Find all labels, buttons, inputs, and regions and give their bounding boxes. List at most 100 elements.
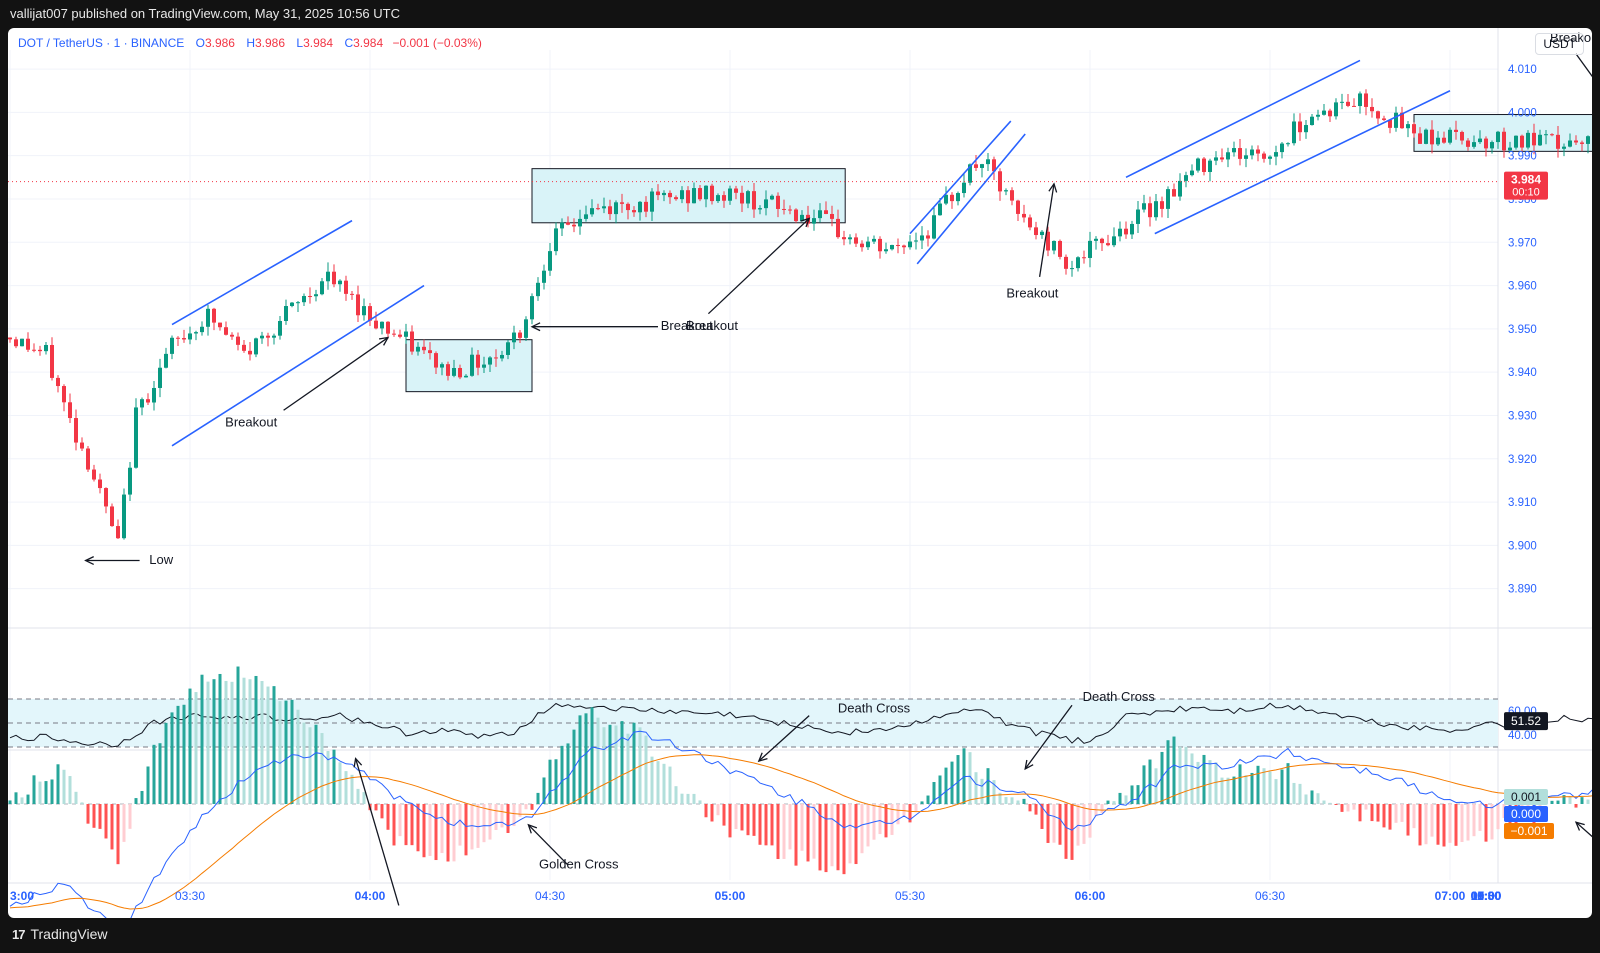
macd-histogram-bar [272, 686, 276, 804]
candle-body [734, 188, 738, 193]
macd-histogram-bar [686, 793, 690, 804]
macd-histogram-bar [1010, 797, 1014, 804]
candle-body [752, 191, 756, 210]
macd-histogram-bar [1124, 795, 1128, 804]
candle-body [1322, 110, 1326, 115]
candle-body [1208, 160, 1212, 172]
symbol-legend[interactable]: DOT / TetherUS · 1 · BINANCE O3.986 H3.9… [18, 36, 482, 50]
candle-body [1226, 152, 1230, 160]
candle-body [26, 338, 30, 350]
tradingview-brand[interactable]: 17 TradingView [12, 926, 108, 942]
candle-body [896, 244, 900, 246]
macd-histogram-bar [320, 733, 324, 804]
candle-body [398, 334, 402, 337]
macd-signal-text: −0.001 [1510, 824, 1547, 838]
symbol-title[interactable]: DOT / TetherUS · 1 · BINANCE [18, 36, 184, 50]
macd-histogram-bar [1586, 799, 1590, 804]
candle-body [1106, 243, 1110, 246]
candle-body [476, 354, 480, 368]
macd-histogram-bar [374, 804, 378, 811]
macd-histogram-bar [698, 800, 702, 804]
price-tick-label: 4.000 [1508, 107, 1537, 119]
chart-canvas[interactable]: LowBreakoutBreakoutBreakoutBreakoutBreak… [8, 28, 1592, 918]
macd-histogram-bar [1046, 804, 1050, 843]
macd-histogram-bar [470, 804, 474, 850]
macd-histogram-bar [518, 804, 522, 817]
macd-histogram-bar [956, 755, 960, 804]
candle-body [1040, 231, 1044, 236]
candle-body [200, 326, 204, 333]
macd-histogram-bar [920, 801, 924, 804]
candle-body [596, 208, 600, 210]
macd-histogram-bar [1346, 804, 1350, 812]
macd-histogram-bar [344, 771, 348, 804]
candle-body [1202, 158, 1206, 172]
macd-histogram-bar [1568, 796, 1572, 804]
macd-histogram-bar [1304, 794, 1308, 804]
candle-body [470, 354, 474, 376]
candle-body [20, 338, 24, 347]
candle-body [1190, 170, 1194, 176]
candle-body [698, 188, 702, 200]
price-tick-label: 3.960 [1508, 281, 1537, 293]
candle-body [1436, 137, 1440, 145]
macd-histogram-bar [1388, 804, 1392, 830]
candle-body [1076, 257, 1080, 269]
macd-histogram-bar [890, 804, 894, 835]
candle-body [134, 407, 138, 468]
candle-body [92, 469, 96, 480]
candle-body [320, 281, 324, 295]
candle-body [1310, 116, 1314, 126]
candle-body [1304, 125, 1308, 133]
candle-body [272, 335, 276, 338]
macd-histogram-bar [878, 804, 882, 835]
macd-histogram-bar [1178, 746, 1182, 804]
candle-body [464, 375, 468, 378]
candle-body [350, 293, 354, 295]
candle-body [950, 194, 954, 202]
candle-body [866, 241, 870, 248]
candle-body [1142, 203, 1146, 210]
candle-body [542, 270, 546, 283]
trendline [909, 120, 1012, 235]
price-tick-label: 3.970 [1508, 237, 1537, 249]
macd-histogram-bar [362, 792, 366, 804]
candle-body [302, 296, 306, 303]
macd-histogram-bar [1400, 804, 1404, 822]
macd-histogram-bar [1232, 776, 1236, 804]
candle-body [1238, 148, 1242, 159]
trendline [1125, 59, 1361, 179]
macd-histogram-bar [602, 727, 606, 804]
macd-histogram-bar [386, 804, 390, 830]
currency-badge[interactable]: USDT [1535, 33, 1584, 55]
macd-histogram-bar [1292, 782, 1296, 804]
candle-body [1466, 140, 1470, 147]
macd-histogram-bar [338, 762, 342, 804]
macd-histogram-bar [1262, 768, 1266, 804]
macd-histogram-bar [98, 804, 102, 829]
candle-body [662, 192, 666, 196]
candle-body [860, 243, 864, 248]
close-value: 3.984 [353, 36, 384, 50]
macd-histogram-bar [722, 804, 726, 826]
candle-body [224, 327, 228, 335]
candle-body [548, 251, 552, 271]
macd-histogram-bar [1016, 800, 1020, 804]
macd-histogram-bar [812, 804, 816, 859]
macd-histogram-bar [806, 804, 810, 862]
candle-body [422, 346, 426, 351]
candle-body [44, 345, 48, 352]
annotation-label: Low [149, 552, 173, 567]
candle-body [38, 349, 42, 352]
macd-histogram-bar [92, 804, 96, 828]
candle-body [1448, 129, 1452, 143]
open-value: 3.986 [204, 36, 235, 50]
macd-histogram-bar [842, 804, 846, 875]
candle-body [554, 228, 558, 252]
macd-histogram-bar [1118, 792, 1122, 804]
macd-histogram-bar [500, 804, 504, 828]
candle-body [1316, 114, 1320, 117]
macd-histogram-bar [380, 804, 384, 819]
candle-body [572, 224, 576, 227]
candle-body [284, 306, 288, 321]
